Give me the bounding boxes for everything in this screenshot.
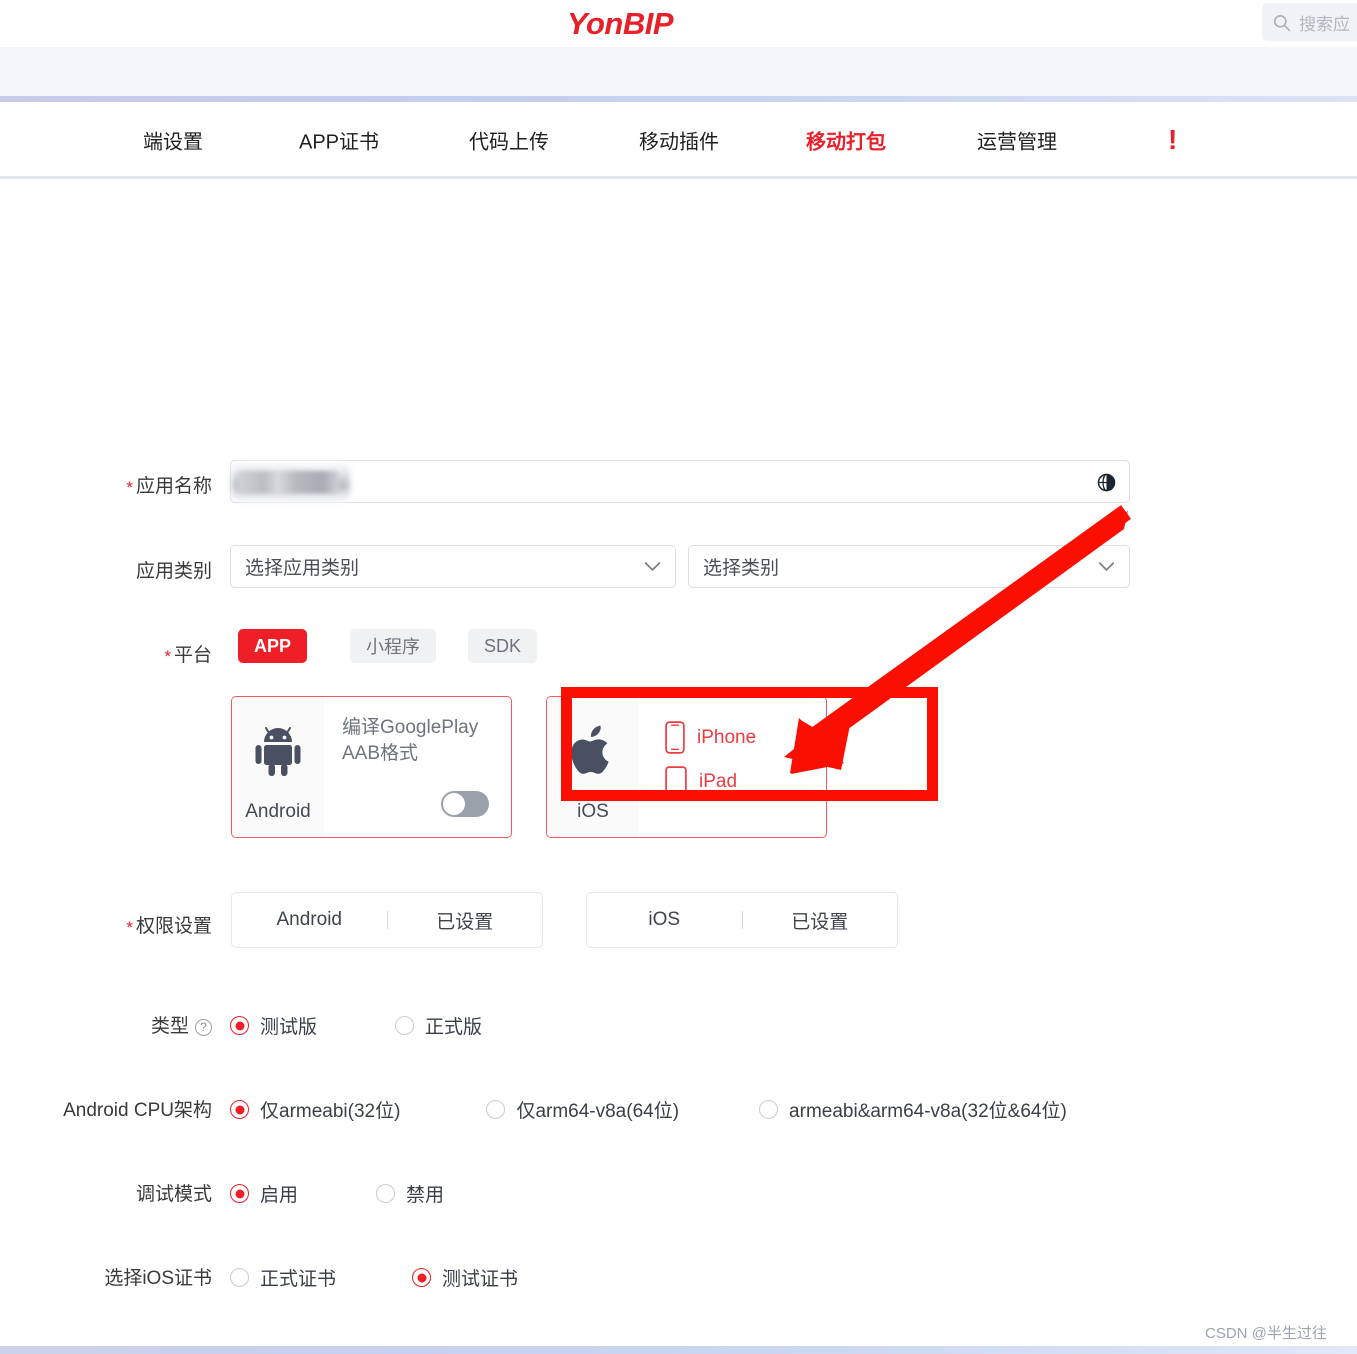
ios-card-right: iPhone iPad	[639, 697, 826, 837]
android-permission-button[interactable]: Android 已设置	[231, 892, 543, 948]
apple-logo-icon	[571, 725, 609, 774]
app-category-label: 应用类别	[135, 561, 212, 582]
platform-option-sdk[interactable]: SDK	[468, 629, 538, 663]
debug-mode-radio-group: 启用 禁用	[230, 1180, 444, 1207]
android-permission-platform: Android	[276, 909, 343, 930]
radio-dot	[230, 1100, 249, 1119]
android-platform-card[interactable]: Android 编译GooglePlay AAB格式	[231, 696, 512, 838]
ios-platform-card[interactable]: iOS iPhone iPad	[546, 696, 827, 838]
nav-item-duanshezhi[interactable]: 端设置	[143, 126, 203, 155]
ios-device-iphone-label: iPhone	[697, 726, 757, 748]
brand-bar: YonBIP 搜索应	[0, 0, 1357, 47]
nav-item-mobile-packaging[interactable]: 移动打包	[806, 126, 886, 155]
app-category-select-secondary-value: 选择类别	[703, 558, 780, 579]
app-name-label: * 应用名称	[126, 476, 212, 497]
android-card-left: Android	[232, 697, 324, 837]
ios-cert-option-test[interactable]: 测试证书	[412, 1264, 518, 1291]
nav-item-app-certificate[interactable]: APP证书	[299, 126, 379, 155]
nav-item-mobile-plugin[interactable]: 移动插件	[639, 126, 719, 155]
type-label: 类型?	[0, 1011, 212, 1038]
search-placeholder: 搜索应	[1299, 14, 1350, 34]
sub-header-band	[0, 47, 1357, 96]
type-option-beta[interactable]: 测试版	[230, 1012, 317, 1039]
radio-dot	[230, 1016, 249, 1035]
csdn-watermark: CSDN @半生过往	[1205, 1325, 1327, 1342]
bottom-gradient-band	[0, 1346, 1357, 1354]
ios-permission-button[interactable]: iOS 已设置	[586, 892, 898, 948]
debug-mode-label: 调试模式	[135, 1184, 212, 1205]
required-marker: *	[164, 647, 171, 666]
nav-item-code-upload[interactable]: 代码上传	[469, 126, 549, 155]
ios-permission-status: 已设置	[791, 911, 849, 933]
ios-cert-option-production[interactable]: 正式证书	[230, 1264, 336, 1291]
ios-cert-label: 选择iOS证书	[104, 1268, 212, 1289]
app-name-input[interactable]	[230, 460, 1130, 503]
redacted-app-name-bars	[238, 471, 338, 493]
ios-card-left: iOS	[547, 697, 639, 837]
alert-exclamation-icon[interactable]: !	[1168, 124, 1177, 156]
app-category-select-primary[interactable]: 选择应用类别	[230, 545, 676, 588]
required-marker: *	[126, 478, 133, 497]
radio-dot	[230, 1184, 249, 1203]
cpu-arch-option-both[interactable]: armeabi&arm64-v8a(32位&64位)	[759, 1096, 1067, 1123]
ios-permission-platform: iOS	[648, 909, 681, 930]
android-card-name: Android	[245, 801, 311, 822]
ios-device-ipad[interactable]: iPad	[665, 766, 826, 797]
android-card-right: 编译GooglePlay AAB格式	[324, 697, 511, 837]
android-aab-toggle-knob	[443, 793, 465, 815]
type-help-icon[interactable]: ?	[195, 1019, 212, 1036]
cpu-arch-label: Android CPU架构	[63, 1100, 212, 1121]
radio-dot	[759, 1100, 779, 1119]
radio-dot	[412, 1268, 432, 1287]
cpu-arch-option-armeabi32[interactable]: 仅armeabi(32位)	[230, 1096, 400, 1123]
android-robot-icon	[255, 727, 301, 776]
ios-card-name: iOS	[577, 801, 609, 822]
ios-device-iphone[interactable]: iPhone	[665, 721, 826, 754]
radio-dot	[486, 1100, 506, 1119]
android-permission-status: 已设置	[436, 911, 494, 933]
platform-option-miniapp[interactable]: 小程序	[350, 629, 436, 663]
nav-item-operations[interactable]: 运营管理	[977, 126, 1057, 155]
app-category-select-primary-value: 选择应用类别	[245, 558, 360, 579]
packaging-form: * 应用名称 应用类别 选择应用类别 选择类别 * 平台 APP 小程序 SDK…	[0, 179, 1357, 1354]
platform-option-app[interactable]: APP	[238, 629, 308, 663]
radio-dot	[230, 1268, 249, 1287]
chevron-down-icon	[1098, 562, 1115, 571]
android-aab-desc-line2: AAB格式	[342, 742, 419, 764]
ios-cert-radio-group: 正式证书 测试证书	[230, 1264, 518, 1291]
search-input[interactable]: 搜索应	[1262, 3, 1357, 41]
radio-dot	[395, 1016, 415, 1035]
required-marker: *	[126, 918, 133, 937]
brand-logo: YonBIP	[566, 5, 674, 41]
debug-mode-option-enabled[interactable]: 启用	[230, 1180, 298, 1207]
page-root: YonBIP 搜索应 端设置 APP证书 代码上传 移动插件 移动打包 运营管理…	[0, 0, 1357, 1354]
ios-device-ipad-label: iPad	[699, 770, 738, 792]
cpu-arch-option-arm64[interactable]: 仅arm64-v8a(64位)	[486, 1096, 679, 1123]
globe-icon[interactable]	[1096, 472, 1117, 493]
android-aab-desc-line1: 编译GooglePlay	[342, 717, 479, 738]
debug-mode-option-disabled[interactable]: 禁用	[376, 1180, 444, 1207]
chevron-down-icon	[644, 562, 661, 571]
ipad-icon	[665, 766, 687, 797]
type-option-release[interactable]: 正式版	[395, 1012, 482, 1039]
android-aab-toggle[interactable]	[441, 791, 489, 817]
main-nav: 端设置 APP证书 代码上传 移动插件 移动打包 运营管理 !	[0, 102, 1357, 178]
iphone-icon	[665, 721, 685, 754]
app-category-select-secondary[interactable]: 选择类别	[688, 545, 1130, 588]
radio-dot	[376, 1184, 396, 1203]
platform-label: * 平台	[164, 645, 212, 666]
type-radio-group: 测试版 正式版	[230, 1012, 482, 1039]
cpu-arch-radio-group: 仅armeabi(32位) 仅arm64-v8a(64位) armeabi&ar…	[230, 1096, 1067, 1123]
permissions-label: * 权限设置	[126, 916, 212, 937]
search-icon	[1273, 14, 1291, 31]
